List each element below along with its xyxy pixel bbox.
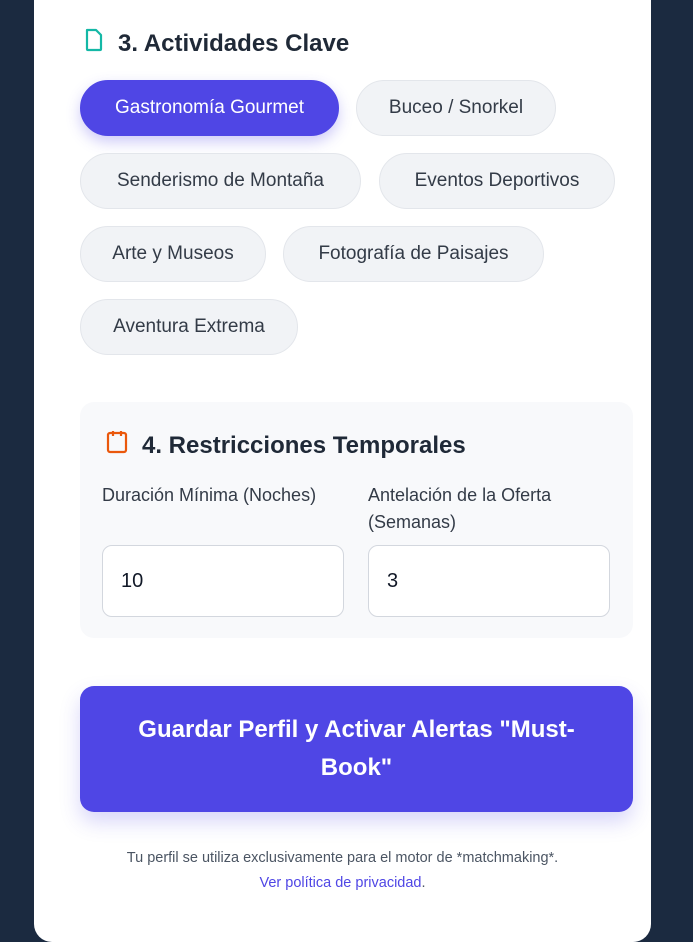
chip-label: Eventos Deportivos [414,170,580,191]
lead-time-input[interactable] [368,545,610,617]
document-icon [84,28,104,59]
lead-time-label: Antelación de la Oferta (Semanas) [368,485,552,532]
chip-label: Buceo / Snorkel [388,97,524,118]
min-duration-label: Duración Mínima (Noches) [102,485,317,505]
chip-label: Fotografía de Paisajes [318,243,509,264]
activities-title: 3. Actividades Clave [118,29,350,57]
chip-fotografia-de-paisajes[interactable]: Fotografía de Paisajes [283,226,544,282]
chip-label: Gastronomía Gourmet [114,97,305,118]
chip-label: Senderismo de Montaña [116,170,324,191]
section-title-activities: 3. Actividades Clave [84,28,349,59]
footer-text: Tu perfil se utiliza exclusivamente para… [126,850,559,866]
chip-label: Arte y Museos [112,243,234,264]
section-title-restrictions: 4. Restricciones Temporales [106,430,466,461]
footer-period: . [421,875,426,891]
restrictions-title: 4. Restricciones Temporales [142,431,466,459]
chip-buceo-snorkel[interactable]: Buceo / Snorkel [356,80,556,136]
footer-note: Tu perfil se utiliza exclusivamente para… [34,846,651,896]
chip-aventura-extrema[interactable]: Aventura Extrema [80,299,298,355]
privacy-policy-link[interactable]: Ver política de privacidad [259,875,421,891]
chip-label: Aventura Extrema [113,316,265,337]
profile-card: 3. Actividades Clave Gastronomía Gourmet… [34,0,651,942]
footer-link-line: Ver política de privacidad. [34,871,651,896]
calendar-icon [106,430,128,461]
chip-arte-y-museos[interactable]: Arte y Museos [80,226,266,282]
chip-eventos-deportivos[interactable]: Eventos Deportivos [379,153,615,209]
min-duration-input[interactable] [102,545,344,617]
save-profile-button[interactable]: Guardar Perfil y Activar Alertas "Must-B… [80,686,633,812]
chip-senderismo-de-montana[interactable]: Senderismo de Montaña [80,153,361,209]
chip-gastronomia-gourmet[interactable]: Gastronomía Gourmet [80,80,339,136]
